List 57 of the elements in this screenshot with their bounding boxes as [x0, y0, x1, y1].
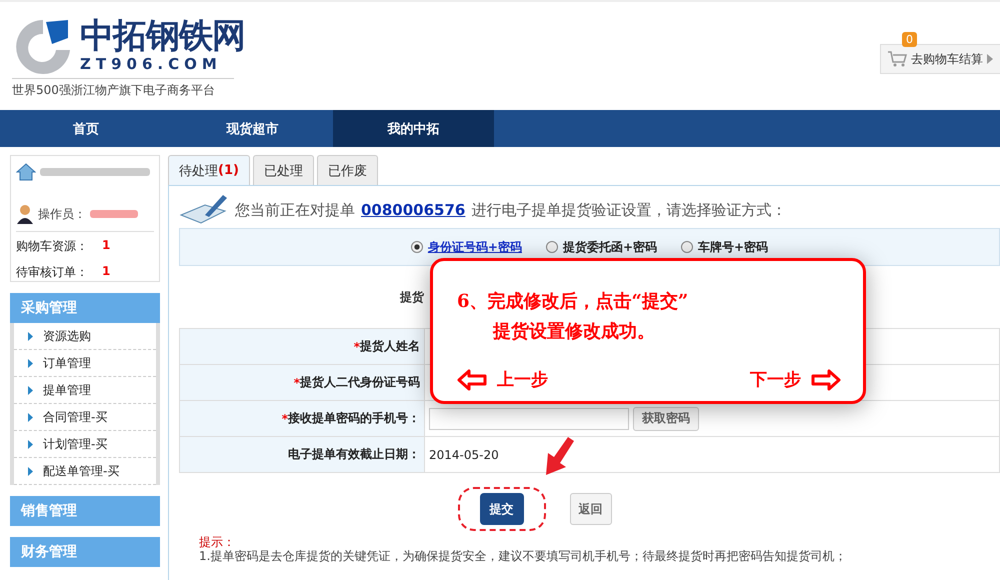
logo-domain: ZT906.COM [80, 55, 223, 73]
stat-label: 待审核订单： [16, 264, 88, 281]
tab[interactable]: 已处理 [252, 155, 314, 185]
caret-icon [28, 440, 33, 448]
arrow-right-icon [811, 368, 841, 390]
caret-icon [28, 332, 33, 340]
pointer-arrow-icon [544, 437, 576, 475]
field-label: *提货人姓名 [180, 329, 425, 364]
tips-title: 提示： [198, 535, 236, 549]
caret-icon [28, 358, 33, 368]
field-label: *接收提单密码的手机号： [180, 401, 425, 436]
next-step-link[interactable]: 下一步 [750, 368, 841, 391]
nav-item[interactable]: 现货超市 [172, 110, 333, 147]
logo-name: 中拓钢铁网 [80, 17, 245, 55]
nav-item[interactable]: 首页 [0, 110, 172, 147]
phone-input-field[interactable] [429, 408, 629, 430]
method-radio[interactable]: 车牌号+密码 [681, 238, 768, 256]
sidebar-item[interactable]: 计划管理-买 [14, 431, 156, 458]
get-password-button[interactable]: 获取密码 [633, 406, 699, 430]
stat-value: 1 [102, 264, 110, 280]
submit-button[interactable]: 提交 [480, 493, 524, 525]
nav-item[interactable]: 我的中拓 [333, 110, 494, 147]
tab[interactable]: 已作废 [316, 155, 378, 185]
stat-value: 1 [102, 238, 110, 254]
home-icon [16, 162, 36, 182]
guide-text: 6、完成修改后，点击“提交” 提货设置修改成功。 [457, 290, 690, 344]
blurred-operator-name [90, 210, 138, 218]
caret-icon [987, 54, 993, 64]
date-value: 2014-05-20 [429, 448, 499, 462]
sidebar-item[interactable]: 资源选购 [14, 323, 156, 350]
cart-count-badge: 0 [902, 32, 917, 47]
user-icon [16, 204, 34, 224]
stat-label: 购物车资源： [16, 238, 88, 255]
sidebar-item[interactable]: 配送单管理-买 [14, 458, 156, 485]
slogan: 世界500强浙江物产旗下电子商务平台 [12, 78, 234, 99]
field-label: *提货人二代身份证号码 [180, 365, 425, 400]
sidebar-item[interactable]: 订单管理 [14, 350, 156, 377]
method-radio[interactable]: 身份证号码+密码 [410, 238, 522, 256]
sidebar-item[interactable]: 合同管理-买 [14, 404, 156, 431]
previous-step-link[interactable]: 上一步 [457, 368, 548, 391]
tip-text: 1.提单密码是去仓库提货的关键凭证，为确保提货安全，建议不要填写司机手机号；待最终提货时再把密码告知提货司机； [198, 549, 848, 563]
heading-text: 您当前正在对提单 [235, 200, 355, 220]
bill-number-link[interactable]: 0080006576 [361, 201, 466, 219]
method-radio[interactable]: 提货委托函+密码 [546, 238, 658, 256]
operator-label: 操作员： [38, 206, 86, 222]
field-label: 电子提单有效截止日期： [180, 437, 425, 472]
tab[interactable]: 待处理(1) [168, 155, 250, 185]
caret-icon [28, 412, 33, 422]
back-button[interactable]: 返回 [570, 493, 612, 525]
field-label: 提货 [398, 288, 425, 306]
heading-text: 进行电子提单提货验证设置，请选择验证方式： [471, 200, 786, 220]
caret-icon [28, 386, 33, 394]
cart-button[interactable]: 去购物车结算 [880, 44, 1000, 74]
sidebar-item[interactable]: 提单管理 [14, 377, 156, 404]
caret-icon [28, 466, 33, 476]
arrow-left-icon [457, 368, 487, 390]
cart-icon [887, 50, 907, 68]
